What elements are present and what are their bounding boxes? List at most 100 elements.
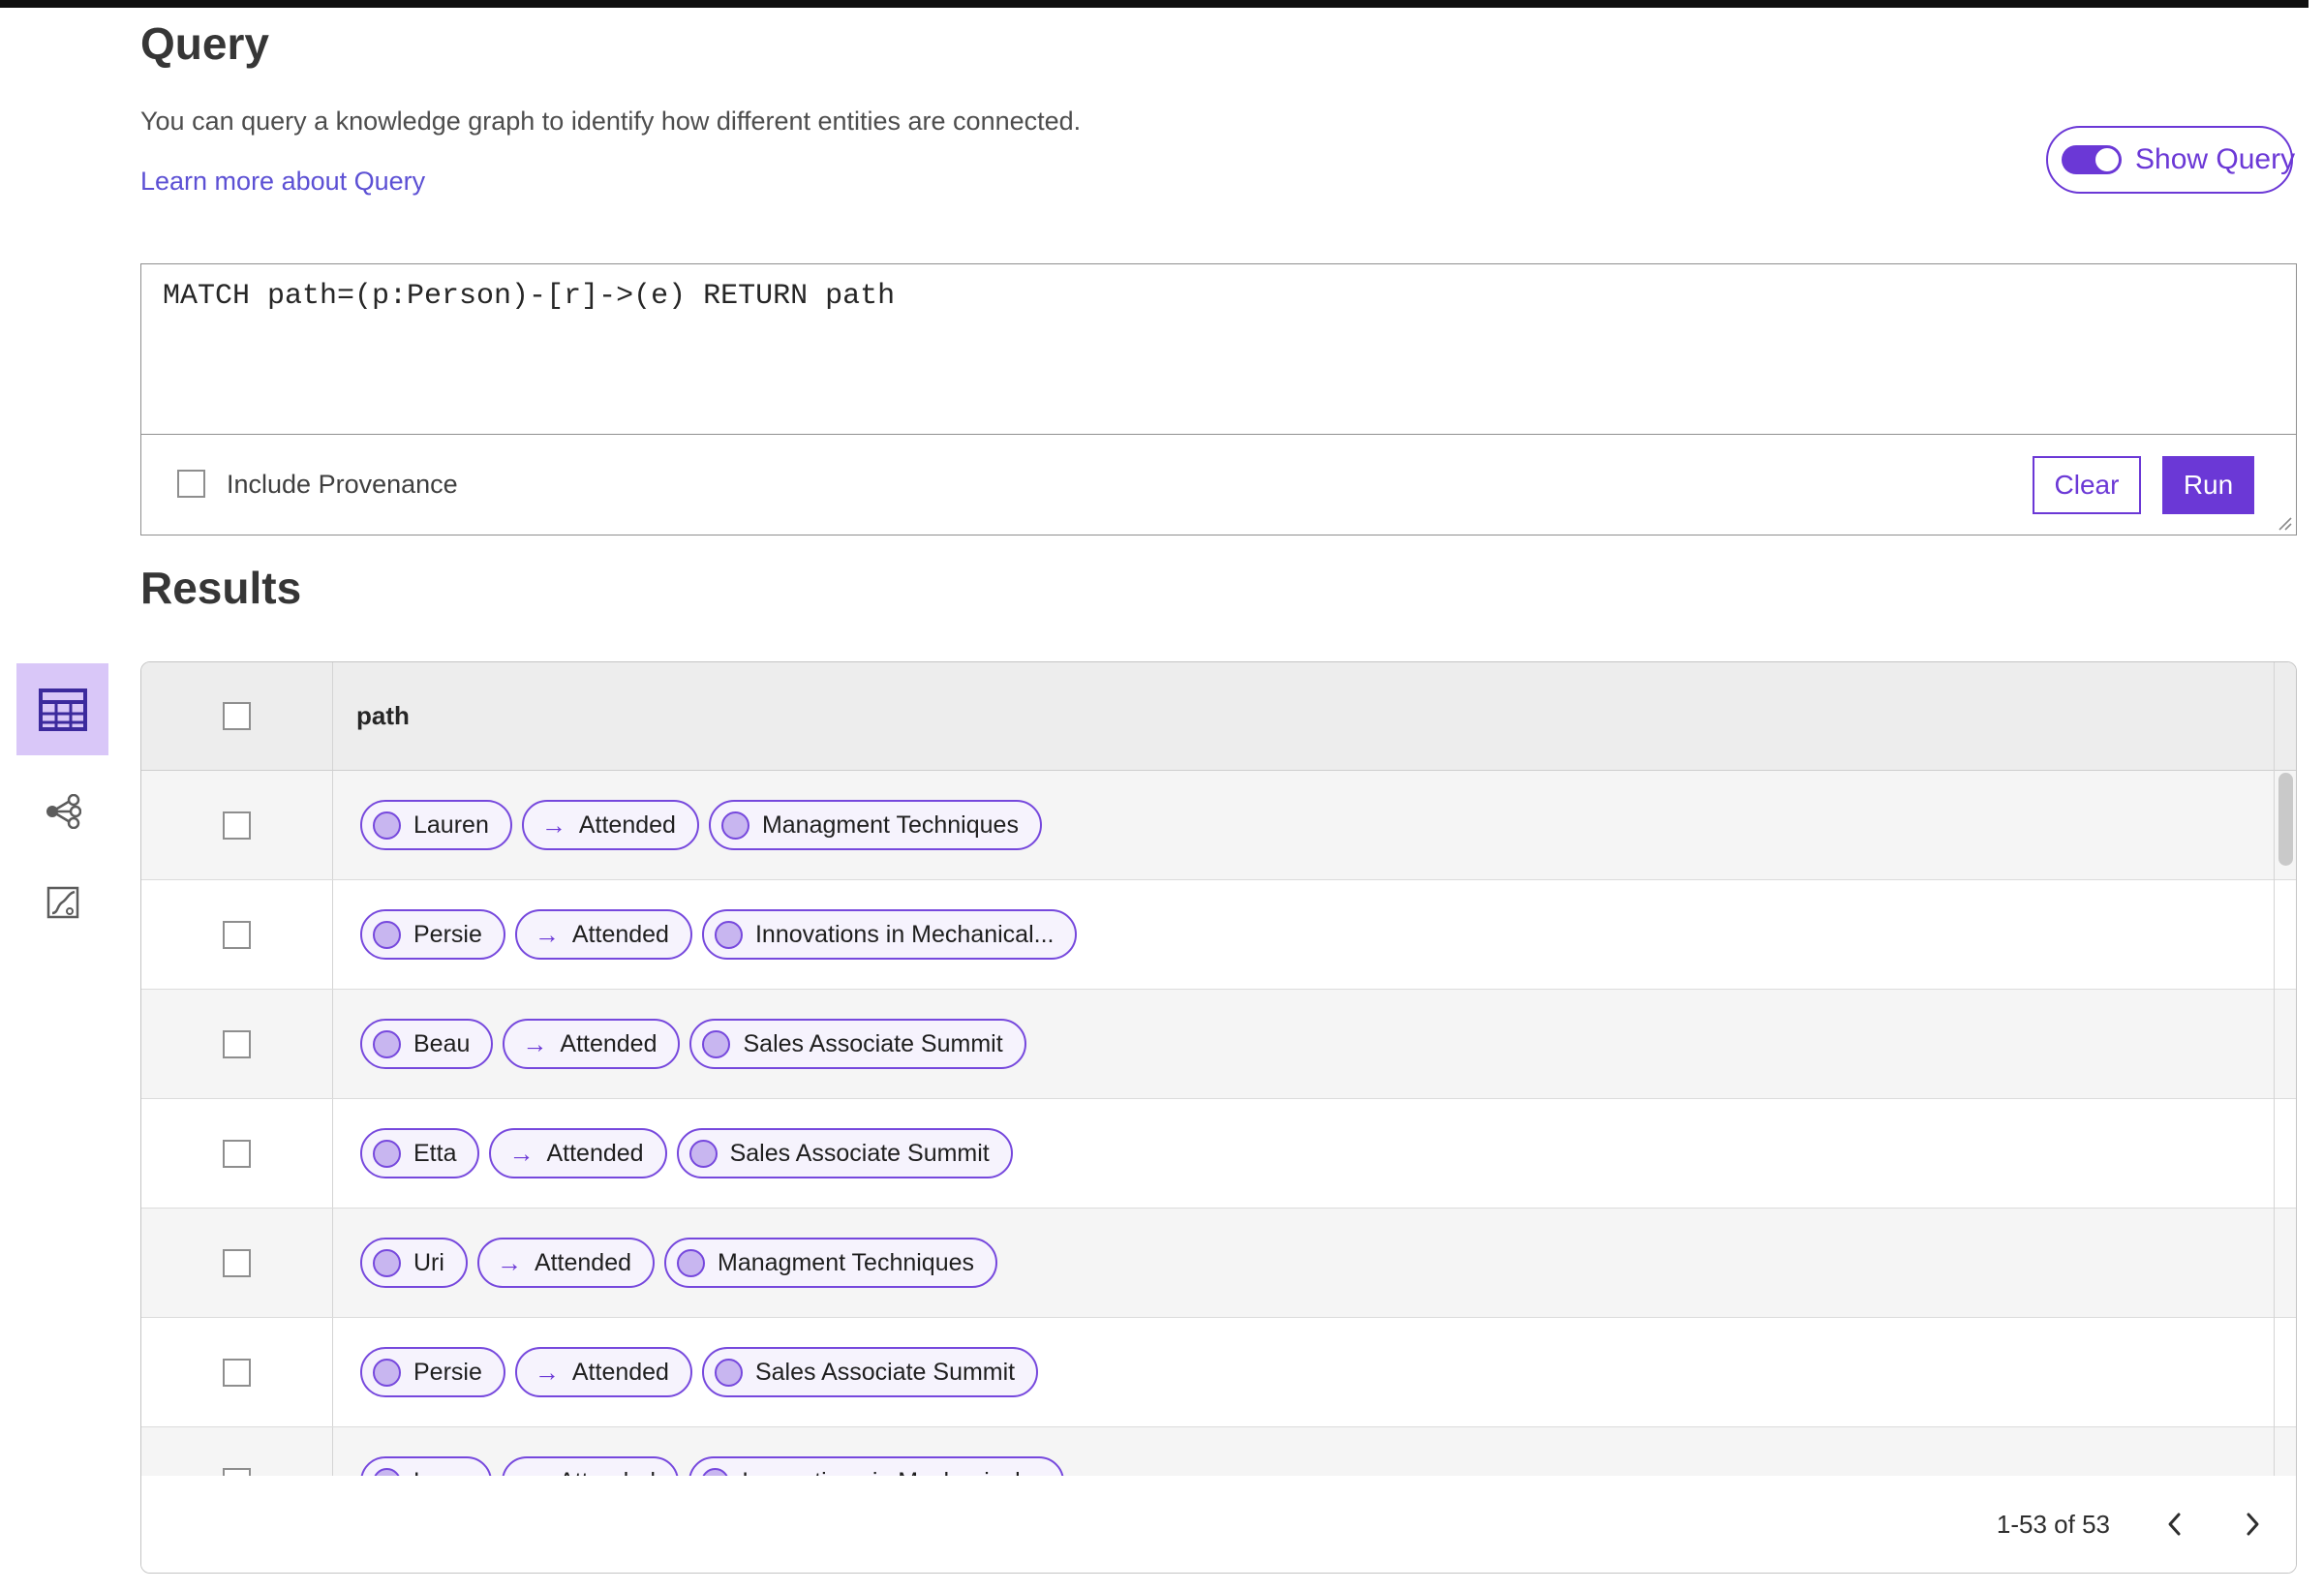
target-node-label: Sales Associate Summit bbox=[754, 1358, 1016, 1386]
arrow-right-icon: → bbox=[540, 811, 566, 840]
network-icon bbox=[46, 794, 81, 829]
target-node-label: Sales Associate Summit bbox=[743, 1029, 1003, 1057]
table-row: Lauren → Attended Managment Techniques bbox=[141, 771, 2296, 880]
relation-pill[interactable]: → Attended bbox=[521, 800, 699, 850]
scrollbar-thumb[interactable] bbox=[2278, 773, 2293, 866]
relation-pill[interactable]: → Attended bbox=[503, 1019, 681, 1069]
pagination-range: 1-53 of 53 bbox=[1996, 1509, 2110, 1539]
target-node-pill[interactable]: Sales Associate Summit bbox=[689, 1019, 1026, 1069]
source-node-label: Beau bbox=[413, 1029, 471, 1057]
row-checkbox[interactable] bbox=[223, 811, 251, 840]
source-node-label: Larry bbox=[413, 1468, 469, 1477]
table-row: Uri → Attended Managment Techniques bbox=[141, 1209, 2296, 1318]
table-view-button[interactable] bbox=[16, 663, 108, 755]
source-node-pill[interactable]: Lauren bbox=[360, 800, 512, 850]
results-table: path Lauren → Attended Managment Techniq… bbox=[140, 661, 2297, 1574]
source-node-label: Persie bbox=[413, 1358, 482, 1386]
source-node-pill[interactable]: Beau bbox=[360, 1019, 494, 1069]
chart-icon bbox=[46, 886, 78, 919]
relation-label: Attended bbox=[534, 1248, 632, 1276]
arrow-right-icon: → bbox=[508, 1139, 535, 1168]
relation-label: Attended bbox=[559, 1468, 656, 1477]
target-node-pill[interactable]: Sales Associate Summit bbox=[676, 1128, 1013, 1178]
node-circle-icon bbox=[373, 1139, 401, 1168]
arrow-right-icon: → bbox=[534, 920, 560, 949]
target-node-label: Innovations in Mechanical... bbox=[742, 1468, 1041, 1477]
table-header-row: path bbox=[141, 662, 2296, 771]
target-node-label: Sales Associate Summit bbox=[729, 1139, 990, 1167]
run-button[interactable]: Run bbox=[2162, 456, 2254, 514]
relation-label: Attended bbox=[571, 1358, 669, 1386]
node-circle-icon bbox=[373, 811, 401, 840]
chevron-right-icon bbox=[2247, 1513, 2259, 1536]
include-provenance-label: Include Provenance bbox=[227, 470, 458, 499]
relation-pill[interactable]: → Attended bbox=[514, 909, 692, 960]
target-node-pill[interactable]: Innovations in Mechanical... bbox=[701, 909, 1078, 960]
query-page: Query You can query a knowledge graph to… bbox=[0, 0, 2324, 1591]
results-title: Results bbox=[140, 563, 302, 613]
node-circle-icon bbox=[373, 1467, 401, 1476]
row-checkbox[interactable] bbox=[223, 1139, 251, 1168]
node-circle-icon bbox=[373, 920, 401, 949]
source-node-label: Lauren bbox=[413, 811, 489, 839]
target-node-pill[interactable]: Managment Techniques bbox=[664, 1238, 998, 1288]
relation-pill[interactable]: → Attended bbox=[501, 1456, 680, 1477]
arrow-right-icon: → bbox=[496, 1248, 522, 1277]
toggle-switch-icon bbox=[2062, 145, 2122, 174]
select-all-checkbox[interactable] bbox=[223, 702, 251, 730]
clear-button[interactable]: Clear bbox=[2033, 456, 2141, 514]
show-query-toggle[interactable]: Show Query bbox=[2046, 126, 2296, 194]
source-node-pill[interactable]: Persie bbox=[360, 1347, 505, 1397]
table-row: Etta → Attended Sales Associate Summit bbox=[141, 1099, 2296, 1209]
node-circle-icon bbox=[701, 1467, 730, 1476]
table-row: Beau → Attended Sales Associate Summit bbox=[141, 990, 2296, 1099]
row-checkbox[interactable] bbox=[223, 1248, 251, 1277]
node-circle-icon bbox=[714, 920, 743, 949]
source-node-pill[interactable]: Uri bbox=[360, 1238, 468, 1288]
show-query-label: Show Query bbox=[2135, 143, 2296, 175]
source-node-label: Uri bbox=[413, 1248, 444, 1276]
path-column-header: path bbox=[356, 701, 410, 730]
row-checkbox[interactable] bbox=[223, 1029, 251, 1058]
node-circle-icon bbox=[373, 1248, 401, 1277]
window-top-edge bbox=[0, 0, 2309, 8]
source-node-pill[interactable]: Persie bbox=[360, 909, 505, 960]
source-node-pill[interactable]: Larry bbox=[360, 1456, 492, 1476]
page-description: You can query a knowledge graph to ident… bbox=[140, 107, 1082, 136]
source-node-label: Etta bbox=[413, 1139, 457, 1167]
node-circle-icon bbox=[702, 1029, 731, 1058]
row-checkbox[interactable] bbox=[223, 920, 251, 949]
network-view-button[interactable] bbox=[16, 778, 108, 845]
node-circle-icon bbox=[688, 1139, 718, 1168]
node-circle-icon bbox=[677, 1248, 706, 1277]
target-node-pill[interactable]: Sales Associate Summit bbox=[701, 1347, 1039, 1397]
target-node-label: Managment Techniques bbox=[761, 811, 1019, 839]
node-circle-icon bbox=[720, 811, 749, 840]
relation-label: Attended bbox=[560, 1029, 657, 1057]
include-provenance-checkbox[interactable] bbox=[177, 470, 205, 498]
row-checkbox[interactable] bbox=[223, 1467, 251, 1476]
target-node-pill[interactable]: Innovations in Mechanical... bbox=[688, 1456, 1064, 1476]
pagination-next-button[interactable] bbox=[2236, 1508, 2269, 1541]
query-editor-footer: Include Provenance Clear Run bbox=[141, 435, 2296, 535]
table-icon bbox=[38, 688, 87, 731]
table-rows-viewport: Lauren → Attended Managment Techniques P… bbox=[141, 771, 2296, 1476]
table-pagination-footer: 1-53 of 53 bbox=[141, 1476, 2296, 1573]
arrow-right-icon: → bbox=[522, 1029, 548, 1058]
source-node-pill[interactable]: Etta bbox=[360, 1128, 480, 1178]
relation-pill[interactable]: → Attended bbox=[514, 1347, 692, 1397]
relation-pill[interactable]: → Attended bbox=[489, 1128, 667, 1178]
arrow-right-icon: → bbox=[521, 1469, 546, 1476]
node-circle-icon bbox=[373, 1358, 401, 1387]
learn-more-link[interactable]: Learn more about Query bbox=[140, 167, 425, 197]
target-node-label: Managment Techniques bbox=[718, 1248, 975, 1276]
row-checkbox[interactable] bbox=[223, 1358, 251, 1387]
chevron-left-icon bbox=[2168, 1513, 2181, 1536]
relation-label: Attended bbox=[571, 920, 669, 948]
target-node-pill[interactable]: Managment Techniques bbox=[708, 800, 1042, 850]
query-input[interactable]: MATCH path=(p:Person)-[r]->(e) RETURN pa… bbox=[141, 264, 2296, 435]
chart-view-button[interactable] bbox=[16, 869, 108, 936]
target-node-label: Innovations in Mechanical... bbox=[754, 920, 1055, 948]
relation-pill[interactable]: → Attended bbox=[476, 1238, 656, 1288]
pagination-prev-button[interactable] bbox=[2158, 1508, 2191, 1541]
